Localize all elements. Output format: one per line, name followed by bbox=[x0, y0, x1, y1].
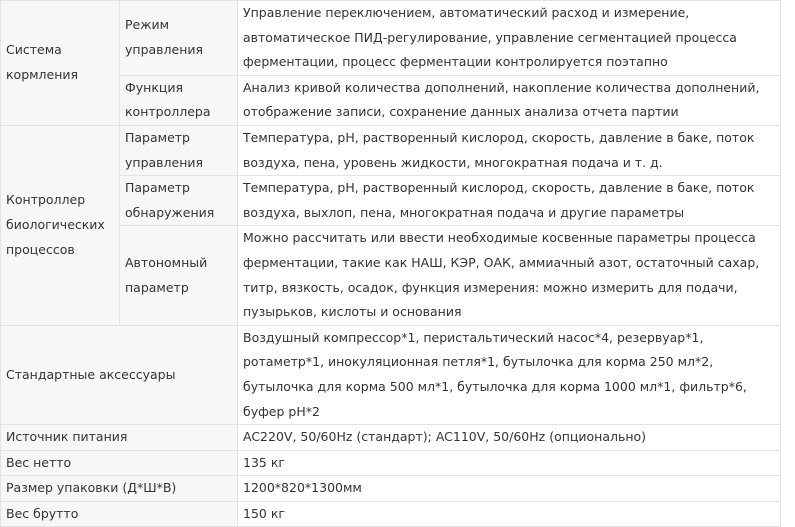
label-net-weight: Вес нетто bbox=[0, 449, 238, 477]
param-detection-parameter: Параметр обнаружения bbox=[119, 175, 238, 227]
label-gross-weight: Вес брутто bbox=[0, 500, 238, 527]
table-row: Вес нетто 135 кг bbox=[0, 449, 781, 477]
value-control-parameter: Температура, pH, растворенный кислород, … bbox=[237, 124, 781, 177]
group-feeding-system: Система кормления bbox=[0, 0, 120, 126]
param-control-mode: Режим управления bbox=[119, 0, 238, 76]
table-row: Источник питания AC220V, 50/60Hz (станда… bbox=[0, 424, 781, 451]
label-standard-accessories: Стандартные аксессуары bbox=[0, 324, 238, 426]
value-power-supply: AC220V, 50/60Hz (стандарт); AC110V, 50/6… bbox=[237, 424, 781, 451]
table-row: Вес брутто 150 кг bbox=[0, 500, 781, 527]
value-net-weight: 135 кг bbox=[237, 449, 781, 477]
label-package-size: Размер упаковки (Д*Ш*В) bbox=[0, 475, 238, 502]
value-gross-weight: 150 кг bbox=[237, 500, 781, 527]
spec-table: Система кормления Режим управления Управ… bbox=[0, 0, 781, 527]
table-row: Контроллер биологических процессов Парам… bbox=[0, 124, 781, 326]
table-row: Система кормления Режим управления Управ… bbox=[0, 0, 781, 126]
value-controller-function: Анализ кривой количества дополнений, нак… bbox=[237, 74, 781, 126]
value-detection-parameter: Температура, pH, растворенный кислород, … bbox=[237, 175, 781, 227]
value-package-size: 1200*820*1300мм bbox=[237, 475, 781, 502]
group-bioprocess-controller: Контроллер биологических процессов bbox=[0, 124, 120, 326]
table-row: Стандартные аксессуары Воздушный компрес… bbox=[0, 324, 781, 426]
param-controller-function: Функция контроллера bbox=[119, 74, 238, 126]
value-offline-parameter: Можно рассчитать или ввести необходимые … bbox=[237, 225, 781, 326]
param-offline-parameter: Автономный параметр bbox=[119, 225, 238, 326]
label-power-supply: Источник питания bbox=[0, 424, 238, 451]
value-standard-accessories: Воздушный компрессор*1, перистальтически… bbox=[237, 324, 781, 426]
value-control-mode: Управление переключением, автоматический… bbox=[237, 0, 781, 76]
table-row: Размер упаковки (Д*Ш*В) 1200*820*1300мм bbox=[0, 475, 781, 502]
param-control-parameter: Параметр управления bbox=[119, 124, 238, 177]
